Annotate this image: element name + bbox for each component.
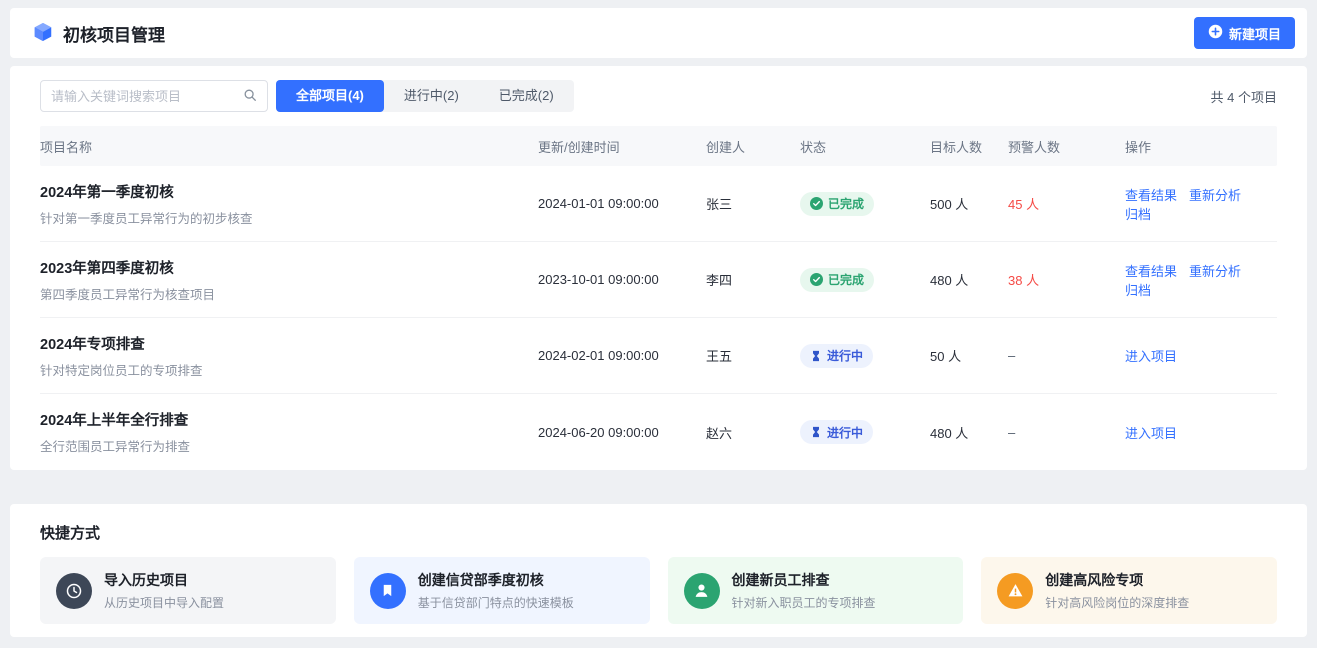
tab-all-projects[interactable]: 全部项目(4) <box>276 80 384 112</box>
action-link[interactable]: 进入项目 <box>1125 426 1177 441</box>
new-project-button[interactable]: 新建项目 <box>1194 17 1295 49</box>
check-circle-icon <box>810 273 823 286</box>
table-row: 2023年第四季度初核 第四季度员工异常行为核查项目 2023-10-01 09… <box>40 242 1277 318</box>
status-label: 进行中 <box>827 424 863 441</box>
shortcuts-panel: 快捷方式 导入历史项目 从历史项目中导入配置 创建信贷部季度初核 基于信贷部门特… <box>10 504 1307 637</box>
action-link[interactable]: 查看结果 <box>1125 264 1177 279</box>
project-time: 2023-10-01 09:00:00 <box>538 272 706 287</box>
warning-count: – <box>1008 348 1125 363</box>
target-count: 50 人 <box>930 346 1008 365</box>
action-link[interactable]: 查看结果 <box>1125 188 1177 203</box>
column-header-status: 状态 <box>800 137 930 156</box>
status-badge: 进行中 <box>800 420 873 444</box>
shortcut-title: 创建新员工排查 <box>732 570 876 590</box>
project-creator: 张三 <box>706 194 800 213</box>
tab-completed[interactable]: 已完成(2) <box>479 80 574 112</box>
title-wrap: 初核项目管理 <box>32 21 165 46</box>
shortcut-desc: 基于信贷部门特点的快速模板 <box>418 594 574 611</box>
shortcut-title: 导入历史项目 <box>104 570 224 590</box>
status-badge: 已完成 <box>800 268 874 292</box>
search-input[interactable] <box>51 89 243 104</box>
warning-icon <box>997 573 1033 609</box>
shortcut-new-employee-check[interactable]: 创建新员工排查 针对新入职员工的专项排查 <box>668 557 964 624</box>
bookmark-icon <box>370 573 406 609</box>
shortcut-credit-dept-review[interactable]: 创建信贷部季度初核 基于信贷部门特点的快速模板 <box>354 557 650 624</box>
new-project-label: 新建项目 <box>1229 24 1281 43</box>
target-count: 480 人 <box>930 423 1008 442</box>
project-name: 2023年第四季度初核 <box>40 257 538 278</box>
search-box <box>40 80 268 112</box>
project-time: 2024-06-20 09:00:00 <box>538 425 706 440</box>
shortcut-desc: 针对新入职员工的专项排查 <box>732 594 876 611</box>
search-icon[interactable] <box>243 88 257 105</box>
shortcut-desc: 针对高风险岗位的深度排查 <box>1045 594 1189 611</box>
total-count-label: 共 4 个项目 <box>1211 87 1277 106</box>
project-name: 2024年第一季度初核 <box>40 181 538 202</box>
cube-icon <box>32 21 54 46</box>
project-creator: 李四 <box>706 270 800 289</box>
history-icon <box>56 573 92 609</box>
table-row: 2024年第一季度初核 针对第一季度员工异常行为的初步核查 2024-01-01… <box>40 166 1277 242</box>
project-name: 2024年专项排查 <box>40 333 538 354</box>
table-header-row: 项目名称 更新/创建时间 创建人 状态 目标人数 预警人数 操作 <box>40 126 1277 166</box>
column-header-actions: 操作 <box>1125 137 1277 156</box>
warning-count: 45 人 <box>1008 194 1125 213</box>
shortcuts-title: 快捷方式 <box>40 522 1277 543</box>
page-header: 初核项目管理 新建项目 <box>10 8 1307 58</box>
target-count: 480 人 <box>930 270 1008 289</box>
project-desc: 全行范围员工异常行为排查 <box>40 436 538 455</box>
project-time: 2024-02-01 09:00:00 <box>538 348 706 363</box>
action-link[interactable]: 重新分析 <box>1189 264 1241 279</box>
warning-count: 38 人 <box>1008 270 1125 289</box>
column-header-warning: 预警人数 <box>1008 137 1125 156</box>
table-row: 2024年专项排查 针对特定岗位员工的专项排查 2024-02-01 09:00… <box>40 318 1277 394</box>
status-badge: 已完成 <box>800 192 874 216</box>
shortcut-desc: 从历史项目中导入配置 <box>104 594 224 611</box>
user-icon <box>684 573 720 609</box>
shortcut-import-history[interactable]: 导入历史项目 从历史项目中导入配置 <box>40 557 336 624</box>
target-count: 500 人 <box>930 194 1008 213</box>
shortcut-high-risk-special[interactable]: 创建高风险专项 针对高风险岗位的深度排查 <box>981 557 1277 624</box>
check-circle-icon <box>810 197 823 210</box>
shortcuts-grid: 导入历史项目 从历史项目中导入配置 创建信贷部季度初核 基于信贷部门特点的快速模… <box>40 557 1277 624</box>
hourglass-icon <box>810 350 822 362</box>
project-name: 2024年上半年全行排查 <box>40 409 538 430</box>
tab-in-progress[interactable]: 进行中(2) <box>384 80 479 112</box>
project-creator: 王五 <box>706 346 800 365</box>
column-header-time: 更新/创建时间 <box>538 137 706 156</box>
column-header-target: 目标人数 <box>930 137 1008 156</box>
plus-circle-icon <box>1208 24 1223 42</box>
hourglass-icon <box>810 426 822 438</box>
action-link[interactable]: 进入项目 <box>1125 349 1177 364</box>
action-link[interactable]: 归档 <box>1125 283 1151 298</box>
action-link[interactable]: 重新分析 <box>1189 188 1241 203</box>
status-label: 已完成 <box>828 271 864 288</box>
project-table: 项目名称 更新/创建时间 创建人 状态 目标人数 预警人数 操作 2024年第一… <box>40 126 1277 470</box>
project-desc: 针对特定岗位员工的专项排查 <box>40 360 538 379</box>
status-label: 进行中 <box>827 347 863 364</box>
column-header-creator: 创建人 <box>706 137 800 156</box>
shortcut-title: 创建信贷部季度初核 <box>418 570 574 590</box>
table-row: 2024年上半年全行排查 全行范围员工异常行为排查 2024-06-20 09:… <box>40 394 1277 470</box>
page-title: 初核项目管理 <box>63 21 165 46</box>
project-desc: 针对第一季度员工异常行为的初步核查 <box>40 208 538 227</box>
status-label: 已完成 <box>828 195 864 212</box>
warning-count: – <box>1008 425 1125 440</box>
project-list-panel: 全部项目(4) 进行中(2) 已完成(2) 共 4 个项目 项目名称 更新/创建… <box>10 66 1307 470</box>
filter-tabs: 全部项目(4) 进行中(2) 已完成(2) <box>276 80 574 112</box>
project-time: 2024-01-01 09:00:00 <box>538 196 706 211</box>
project-desc: 第四季度员工异常行为核查项目 <box>40 284 538 303</box>
toolbar: 全部项目(4) 进行中(2) 已完成(2) 共 4 个项目 <box>40 80 1277 112</box>
action-link[interactable]: 归档 <box>1125 207 1151 222</box>
project-creator: 赵六 <box>706 423 800 442</box>
column-header-name: 项目名称 <box>40 137 538 156</box>
shortcut-title: 创建高风险专项 <box>1045 570 1189 590</box>
status-badge: 进行中 <box>800 344 873 368</box>
